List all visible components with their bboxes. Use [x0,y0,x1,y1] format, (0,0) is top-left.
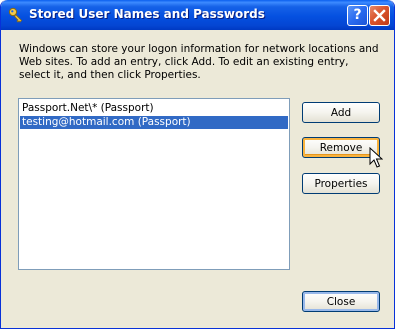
window-title: Stored User Names and Passwords [29,7,265,21]
properties-button[interactable]: Properties [302,173,380,194]
credentials-list[interactable]: Passport.Net\* (Passport) testing@hotmai… [18,98,290,270]
help-button[interactable]: ? [347,5,368,26]
instructions-text: Windows can store your logon information… [19,43,379,81]
close-button[interactable]: Close [302,291,380,312]
title-bar[interactable]: Stored User Names and Passwords ? [1,0,394,30]
list-item-passport-net[interactable]: Passport.Net\* (Passport) [20,102,288,115]
key-icon [8,7,24,23]
window-close-button[interactable] [369,5,390,26]
add-button[interactable]: Add [302,102,380,123]
close-icon [373,9,386,22]
list-item-hotmail[interactable]: testing@hotmail.com (Passport) [20,116,288,129]
dialog-window: Stored User Names and Passwords ? Window… [0,0,395,329]
mouse-pointer-icon [369,146,384,173]
